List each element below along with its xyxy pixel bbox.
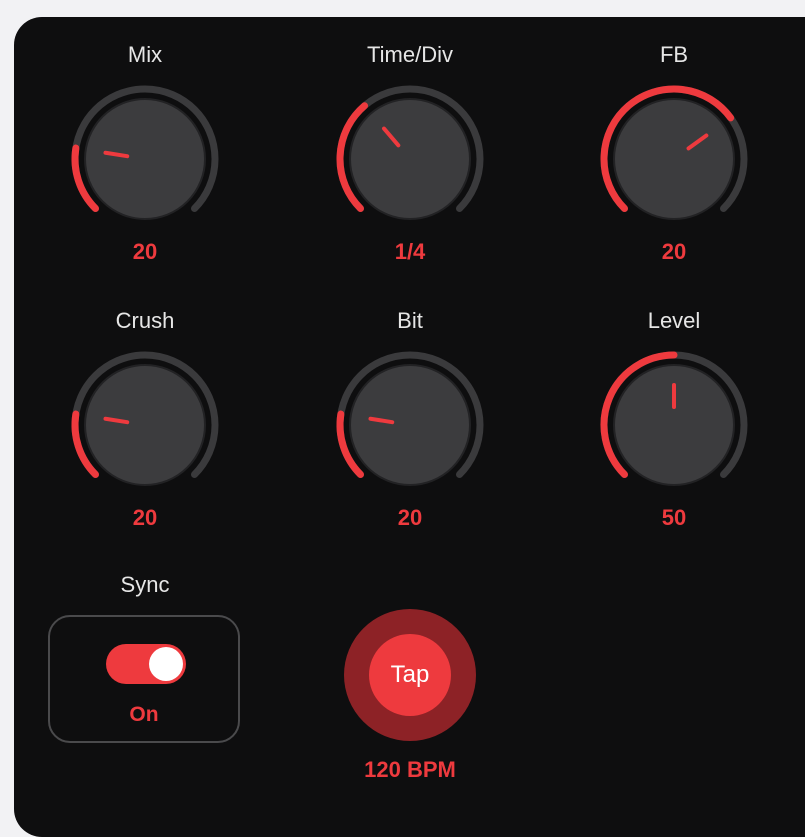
knob-value: 20 xyxy=(132,239,158,264)
sync-label: Sync xyxy=(120,572,170,597)
knob-body xyxy=(84,98,206,220)
knob-value: 20 xyxy=(397,505,423,530)
sync-box: On xyxy=(48,615,240,743)
knob-label: Level xyxy=(647,308,701,333)
knob-dial[interactable] xyxy=(597,348,751,502)
knob-body xyxy=(349,98,471,220)
knob-body xyxy=(613,98,735,220)
knob-dial[interactable] xyxy=(333,348,487,502)
knob-value: 1/4 xyxy=(394,239,426,264)
sync-toggle[interactable] xyxy=(106,644,186,684)
knob-dial[interactable] xyxy=(68,82,222,236)
knob-value: 50 xyxy=(661,505,687,530)
knob-label: Crush xyxy=(115,308,175,333)
knob-dial[interactable] xyxy=(68,348,222,502)
bpm-readout: 120 BPM xyxy=(364,757,456,782)
knob-body xyxy=(84,364,206,486)
knob-dial[interactable] xyxy=(597,82,751,236)
knob-body xyxy=(349,364,471,486)
knob-label: FB xyxy=(659,42,689,67)
tap-button-label[interactable]: Tap xyxy=(369,634,451,716)
knob-value: 20 xyxy=(661,239,687,264)
knob-label: Mix xyxy=(127,42,163,67)
knob-value: 20 xyxy=(132,505,158,530)
sync-state: On xyxy=(129,703,159,726)
knob-dial[interactable] xyxy=(333,82,487,236)
toggle-thumb[interactable] xyxy=(149,647,183,681)
tap-tempo-button[interactable]: Tap xyxy=(344,609,476,741)
knob-label: Bit xyxy=(397,308,423,333)
knob-label: Time/Div xyxy=(367,42,453,67)
